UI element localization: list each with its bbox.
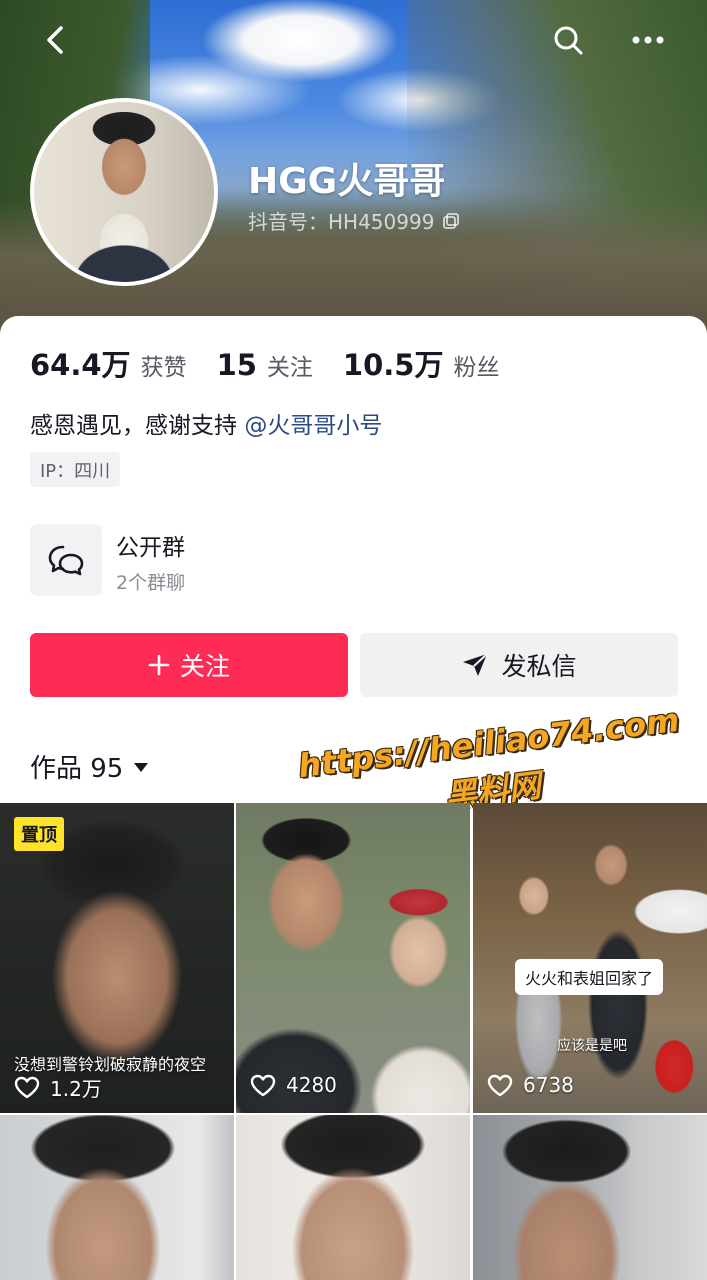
douyin-id-text: 抖音号：HH450999 <box>248 210 435 234</box>
stat-value: 64.4万 <box>30 348 131 382</box>
message-button[interactable]: 发私信 <box>360 633 678 697</box>
back-button[interactable] <box>36 20 76 60</box>
follow-label: 关注 <box>179 652 230 681</box>
video-subtitle: 应该是是吧 <box>557 1038 627 1054</box>
video-tile[interactable]: 置顶 没想到警铃划破寂静的夜空 1.2万 <box>0 803 234 1113</box>
pinned-badge: 置顶 <box>14 817 64 851</box>
profile-page: HGG火哥哥 抖音号：HH450999 64.4万 获赞 15 关注 10.5万… <box>0 0 707 1280</box>
message-label: 发私信 <box>501 652 577 681</box>
avatar[interactable] <box>30 98 218 286</box>
douyin-id[interactable]: 抖音号：HH450999 <box>248 206 460 235</box>
stat-value: 10.5万 <box>342 348 444 382</box>
video-sticker-text: 火火和表姐回家了 <box>515 959 664 995</box>
likes-count: 4280 <box>286 1073 337 1097</box>
profile-banner: HGG火哥哥 抖音号：HH450999 <box>0 0 707 340</box>
more-dots-icon <box>632 36 664 44</box>
video-likes: 1.2万 <box>14 1073 102 1102</box>
back-arrow-icon <box>47 26 63 54</box>
heart-icon <box>487 1074 513 1096</box>
bio-mention-link[interactable]: @火哥哥小号 <box>244 413 382 439</box>
search-button[interactable] <box>548 20 588 60</box>
dropdown-triangle-icon <box>134 762 149 772</box>
group-chat-icon <box>30 524 102 596</box>
profile-nickname: HGG火哥哥 <box>248 161 446 202</box>
video-grid: 置顶 没想到警铃划破寂静的夜空 1.2万 4280 火火和表姐回家了 应该是是吧 <box>0 803 707 1280</box>
heart-icon <box>250 1074 276 1096</box>
stat-followers[interactable]: 10.5万 粉丝 <box>343 342 500 384</box>
video-thumbnail <box>0 1115 234 1280</box>
video-thumbnail <box>473 803 707 1113</box>
stat-value: 15 <box>216 348 257 382</box>
likes-count: 6738 <box>523 1073 574 1097</box>
plus-icon <box>148 654 170 676</box>
follow-button[interactable]: 关注 <box>30 633 348 697</box>
profile-bio: 感恩遇见，感谢支持 @火哥哥小号 <box>30 406 382 440</box>
video-tile[interactable] <box>236 1115 470 1280</box>
video-tile[interactable] <box>0 1115 234 1280</box>
more-button[interactable] <box>628 20 668 60</box>
works-tab[interactable]: 作品 95 <box>30 748 149 785</box>
stat-label: 粉丝 <box>453 355 500 381</box>
video-tile[interactable]: 火火和表姐回家了 应该是是吧 6738 <box>473 803 707 1113</box>
profile-stats: 64.4万 获赞 15 关注 10.5万 粉丝 <box>30 342 529 384</box>
ip-location-tag: IP：四川 <box>30 452 121 487</box>
video-thumbnail <box>236 803 470 1113</box>
likes-count: 1.2万 <box>50 1077 102 1101</box>
group-title: 公开群 <box>116 535 185 561</box>
copy-icon[interactable] <box>442 212 460 230</box>
video-thumbnail <box>236 1115 470 1280</box>
video-likes: 4280 <box>250 1073 337 1097</box>
stat-likes[interactable]: 64.4万 获赞 <box>30 342 187 384</box>
heart-icon <box>14 1076 40 1099</box>
bio-text: 感恩遇见，感谢支持 <box>30 413 237 439</box>
stat-label: 获赞 <box>140 355 187 381</box>
search-icon <box>554 26 583 55</box>
group-count: 2个群聊 <box>116 572 186 594</box>
video-likes: 6738 <box>487 1073 574 1097</box>
video-tile[interactable]: 4280 <box>236 803 470 1113</box>
send-icon <box>463 653 489 676</box>
stat-label: 关注 <box>266 355 313 381</box>
video-caption: 没想到警铃划破寂静的夜空 <box>14 1055 207 1074</box>
stat-following[interactable]: 15 关注 <box>217 348 313 382</box>
works-label: 作品 95 <box>30 754 124 784</box>
video-tile[interactable] <box>473 1115 707 1280</box>
video-thumbnail <box>473 1115 707 1280</box>
public-group-entry[interactable]: 公开群 2个群聊 <box>30 524 670 596</box>
